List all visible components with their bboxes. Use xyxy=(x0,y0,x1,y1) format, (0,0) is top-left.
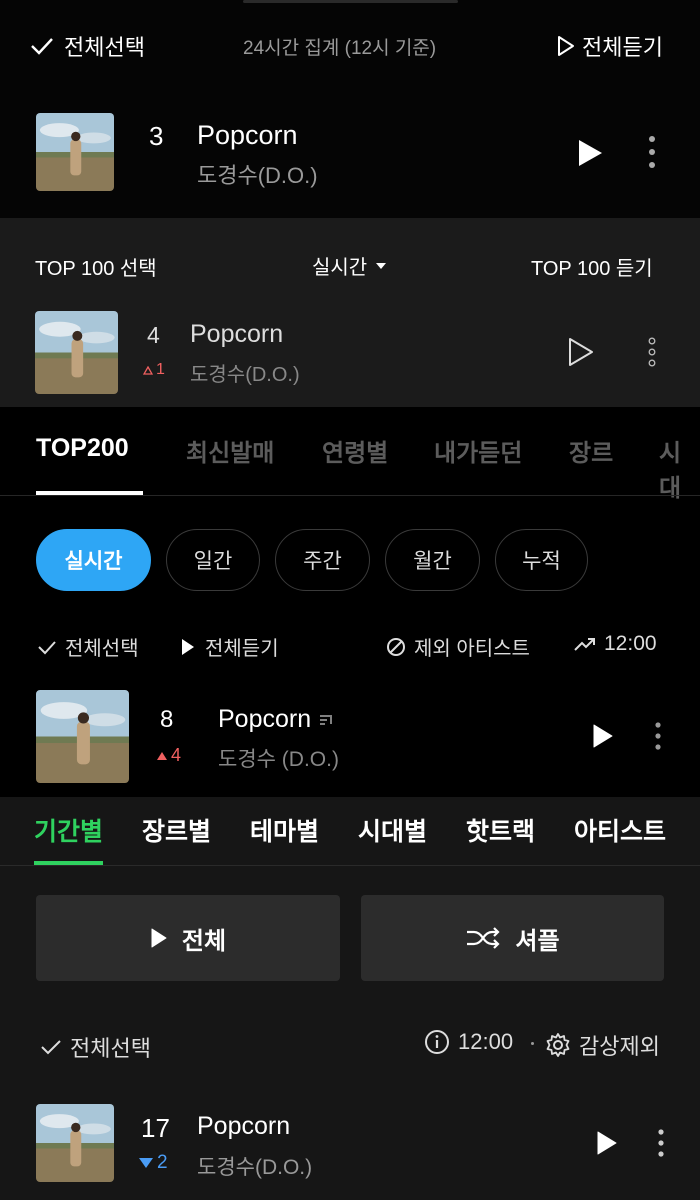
song-title[interactable]: Popcorn xyxy=(190,320,283,349)
more-options-icon[interactable] xyxy=(647,337,657,367)
pill-weekly[interactable]: 주간 xyxy=(275,529,370,591)
pill-daily[interactable]: 일간 xyxy=(166,529,260,591)
select-all-button[interactable]: 전체선택 xyxy=(40,1031,151,1063)
up-triangle-icon xyxy=(157,751,167,760)
rank-number: 17 xyxy=(141,1113,170,1143)
play-icon xyxy=(151,928,167,948)
tab-divider xyxy=(0,865,700,866)
tab-artist[interactable]: 아티스트 xyxy=(574,812,666,848)
rank-change-value: 1 xyxy=(156,361,165,378)
tab-era[interactable]: 시대별 xyxy=(358,812,427,848)
play-outline-icon xyxy=(558,36,574,56)
select-all-label: 전체선택 xyxy=(70,1036,151,1061)
more-options-icon[interactable] xyxy=(647,135,657,169)
separator-dot xyxy=(531,1042,534,1045)
song-title[interactable]: Popcorn xyxy=(197,120,298,151)
rank-number: 3 xyxy=(149,121,164,151)
artist-name[interactable]: 도경수(D.O.) xyxy=(190,358,300,387)
song-title[interactable]: Popcorn xyxy=(218,705,311,734)
play-icon[interactable] xyxy=(595,1129,619,1157)
play-all-label: 전체듣기 xyxy=(205,638,279,660)
album-art[interactable] xyxy=(35,311,118,394)
play-icon xyxy=(182,638,194,655)
play-all-button[interactable]: 전체 xyxy=(36,895,340,981)
tab-genre[interactable]: 장르별 xyxy=(142,812,211,848)
rank-change: 1 xyxy=(143,361,165,379)
exclude-artist-button[interactable]: 제외 아티스트 xyxy=(386,632,530,661)
tab-hottrack[interactable]: 핫트랙 xyxy=(466,812,535,848)
play-all-label: 전체 xyxy=(181,927,227,955)
up-outline-triangle-icon xyxy=(143,365,153,375)
album-art[interactable] xyxy=(36,113,114,191)
rank-change: 2 xyxy=(139,1152,168,1174)
tab-latest[interactable]: 최신발매 xyxy=(186,433,274,468)
shuffle-label: 셔플 xyxy=(515,927,560,955)
check-icon xyxy=(38,640,56,654)
play-all-label: 전체듣기 xyxy=(582,35,663,60)
rank-number: 8 xyxy=(160,706,174,733)
chart-section-2: TOP 100 선택 실시간 TOP 100 듣기 4 1 Popcorn 도경… xyxy=(0,218,700,407)
update-time: 12:00 xyxy=(574,632,657,656)
rank-change-value: 4 xyxy=(171,745,182,765)
down-triangle-icon xyxy=(139,1158,153,1168)
select-all-label: 전체선택 xyxy=(64,35,145,60)
select-all-button[interactable]: 전체선택 xyxy=(37,632,139,661)
rank-change: 4 xyxy=(157,745,181,766)
top100-play-button[interactable]: TOP 100 듣기 xyxy=(531,252,653,281)
song-title[interactable]: Popcorn xyxy=(197,1112,290,1141)
tab-theme[interactable]: 테마별 xyxy=(250,812,319,848)
shuffle-button[interactable]: 셔플 xyxy=(361,895,664,981)
pill-realtime[interactable]: 실시간 xyxy=(36,529,151,591)
tab-divider xyxy=(0,495,700,496)
tab-era[interactable]: 시대 xyxy=(659,433,700,503)
album-art[interactable] xyxy=(36,690,129,783)
check-icon xyxy=(41,1040,61,1055)
gear-icon xyxy=(546,1033,570,1057)
check-icon xyxy=(31,38,53,55)
tab-period[interactable]: 기간별 xyxy=(34,812,103,848)
exclude-listening-label: 감상제외 xyxy=(579,1034,660,1059)
more-options-icon[interactable] xyxy=(653,721,663,751)
play-icon[interactable] xyxy=(591,722,615,750)
rank-change-value: 2 xyxy=(157,1152,168,1173)
mode-label: 실시간 xyxy=(312,257,368,279)
select-all-label: 전체선택 xyxy=(65,638,139,660)
artist-name[interactable]: 도경수(D.O.) xyxy=(197,1151,312,1181)
aggregate-info: 24시간 집계 (12시 기준) xyxy=(243,38,437,59)
rank-number: 4 xyxy=(147,322,160,348)
play-outline-icon[interactable] xyxy=(566,336,596,368)
tab-top200[interactable]: TOP200 xyxy=(36,434,129,463)
play-all-button[interactable]: 전체듣기 xyxy=(556,30,663,62)
caret-down-icon xyxy=(376,262,387,269)
artist-name[interactable]: 도경수 (D.O.) xyxy=(218,743,339,773)
select-all-button[interactable]: 전체선택 xyxy=(30,30,145,62)
album-art[interactable] xyxy=(36,1104,114,1182)
exclude-artist-label: 제외 아티스트 xyxy=(414,638,530,660)
more-options-icon[interactable] xyxy=(656,1128,666,1158)
update-time: 12:00 xyxy=(424,1029,513,1055)
play-icon[interactable] xyxy=(575,137,605,169)
tab-history[interactable]: 내가듣던 xyxy=(434,433,522,468)
pill-monthly[interactable]: 월간 xyxy=(385,529,480,591)
tab-age[interactable]: 연령별 xyxy=(322,433,388,468)
chart-section-1: 전체선택 24시간 집계 (12시 기준) 전체듣기 3 Popcorn 도경수… xyxy=(0,0,700,218)
top100-select-button[interactable]: TOP 100 선택 xyxy=(35,252,157,281)
song-title-row: Popcorn xyxy=(218,705,333,734)
shuffle-icon xyxy=(467,927,500,949)
update-time-label: 12:00 xyxy=(604,632,657,655)
mode-dropdown[interactable]: 실시간 xyxy=(312,251,387,280)
lyrics-icon[interactable] xyxy=(319,713,333,727)
update-time-label: 12:00 xyxy=(458,1029,514,1054)
pill-cumulative[interactable]: 누적 xyxy=(495,529,588,591)
info-icon[interactable] xyxy=(424,1029,450,1055)
artist-name[interactable]: 도경수(D.O.) xyxy=(197,158,318,190)
scroll-indicator xyxy=(243,0,458,3)
block-icon xyxy=(387,637,405,656)
exclude-listening-button[interactable]: 감상제외 xyxy=(545,1029,660,1061)
tab-genre[interactable]: 장르 xyxy=(569,433,613,468)
trend-icon xyxy=(574,638,595,651)
play-all-button[interactable]: 전체듣기 xyxy=(181,632,279,661)
